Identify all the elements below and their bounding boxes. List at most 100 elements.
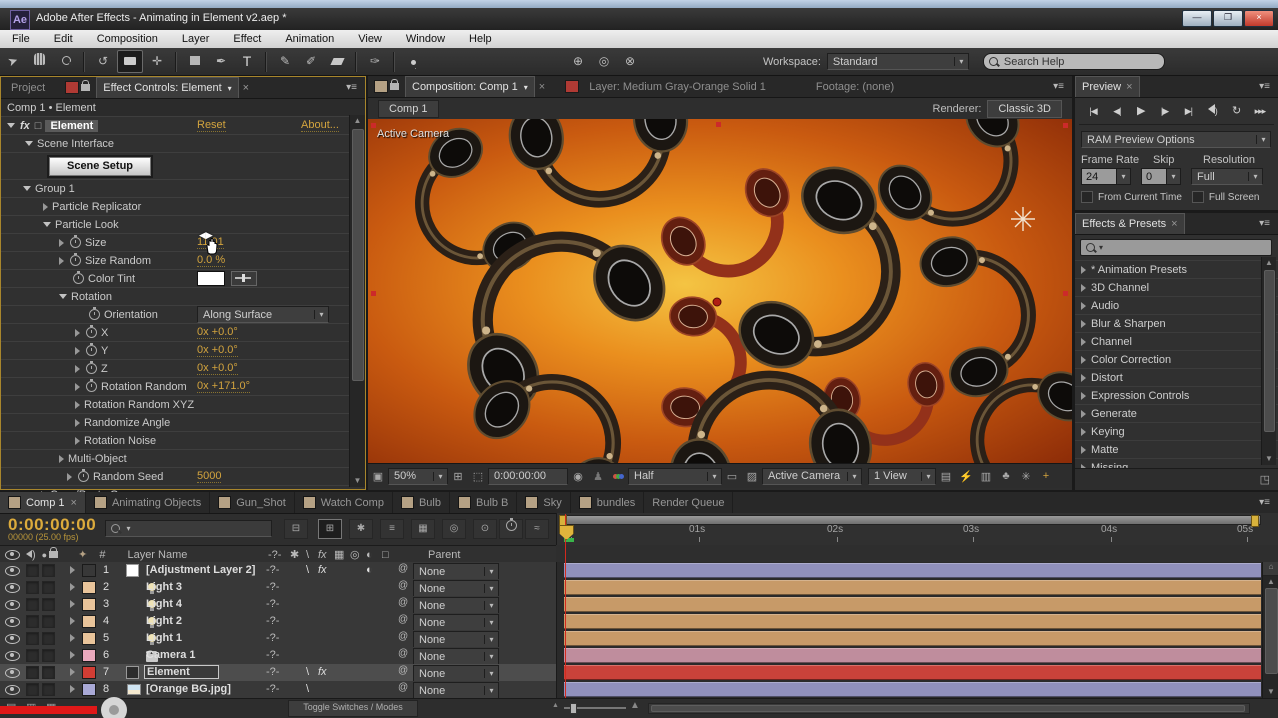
effect-row-rotation-random-xyz[interactable]: Rotation Random XYZ — [1, 395, 365, 413]
stopwatch-icon[interactable] — [73, 273, 84, 284]
eye-icon[interactable] — [5, 668, 20, 678]
audio-mute-button[interactable]: ) — [1202, 103, 1222, 120]
effect-row-size[interactable]: Size 11.01 — [1, 233, 365, 251]
expander-icon[interactable] — [70, 668, 75, 676]
layer-name[interactable]: [Adjustment Layer 2] — [146, 564, 255, 576]
parent-pickwhip-icon[interactable]: @ — [398, 682, 408, 693]
collapse-column-icon[interactable]: ✱ — [290, 548, 299, 561]
stopwatch-icon[interactable] — [86, 381, 97, 392]
random-seed-value[interactable]: 5000 — [197, 470, 221, 483]
expander-icon[interactable] — [70, 617, 75, 625]
fx-column-icon[interactable]: fx — [318, 549, 327, 561]
layer-bar-5[interactable] — [564, 631, 1261, 646]
expander-icon[interactable] — [25, 141, 33, 146]
show-snapshot-icon[interactable]: ♟ — [588, 470, 608, 483]
solo-cell[interactable] — [42, 598, 55, 611]
layer-name[interactable]: Light 2 — [146, 615, 182, 627]
layer-bar-1[interactable] — [564, 563, 1261, 578]
skip-dropdown[interactable]: 0▾ — [1141, 168, 1181, 185]
quality-switch[interactable]: \ — [306, 683, 309, 695]
effect-controls-scrollbar[interactable]: ▲ ▼ — [349, 115, 365, 487]
audio-cell[interactable] — [26, 683, 39, 696]
timeline-vscrollbar[interactable]: ⌂ ▲ ▼ — [1262, 562, 1278, 698]
label-swatch[interactable] — [82, 564, 96, 577]
channels-icon[interactable] — [608, 470, 628, 482]
snapshot-icon[interactable]: ◉ — [568, 470, 588, 483]
tab-gun-shot[interactable]: Gun_Shot — [210, 492, 295, 513]
expander-icon[interactable] — [43, 203, 48, 211]
effect-row-random-seed[interactable]: Random Seed 5000 — [1, 467, 365, 485]
full-screen-checkbox[interactable] — [1192, 191, 1204, 203]
x-rotation-value[interactable]: 0x +0.0° — [197, 326, 238, 339]
next-frame-button[interactable]: |▶ — [1155, 103, 1175, 120]
effect-row-x[interactable]: X 0x +0.0° — [1, 323, 365, 341]
grid-guides-icon[interactable]: ⊞ — [448, 470, 468, 483]
fx-switch[interactable]: fx — [318, 666, 327, 678]
panel-menu-icon[interactable]: ▾≡ — [1251, 76, 1278, 97]
tab-close-icon[interactable]: × — [1126, 81, 1132, 93]
timeline-button-icon[interactable]: ▤ — [936, 470, 956, 483]
comp-crumb-button[interactable]: Comp 1 — [378, 100, 439, 118]
expander-icon[interactable] — [75, 383, 80, 391]
adjustment-switch[interactable]: ◐ — [366, 564, 373, 576]
effect-row-rotation-noise[interactable]: Rotation Noise — [1, 431, 365, 449]
parent-pickwhip-icon[interactable]: @ — [398, 665, 408, 676]
expander-icon[interactable] — [59, 257, 64, 265]
timeline-hscrollbar[interactable] — [648, 703, 1250, 714]
layer-name[interactable]: Light 1 — [146, 632, 182, 644]
solo-cell[interactable] — [42, 615, 55, 628]
layer-row-4[interactable]: 4 Light 2 -?- @ None▾ — [0, 613, 556, 631]
tab-effect-controls[interactable]: Effect Controls: Element ▾ — [96, 77, 238, 98]
stopwatch-icon[interactable] — [78, 471, 89, 482]
solo-cell[interactable] — [42, 632, 55, 645]
always-preview-icon[interactable]: ▣ — [368, 470, 388, 483]
last-frame-button[interactable]: ▶| — [1178, 103, 1198, 120]
menu-file[interactable]: File — [0, 33, 42, 45]
layer-handle[interactable] — [1063, 123, 1068, 128]
effect-row-size-random[interactable]: Size Random 0.0 % — [1, 251, 365, 269]
work-area-bar[interactable] — [559, 515, 1261, 525]
stopwatch-icon[interactable] — [70, 255, 81, 266]
expander-icon[interactable] — [75, 401, 80, 409]
eye-icon[interactable] — [5, 685, 20, 695]
layer-row-8[interactable]: 8 [Orange BG.jpg] -?- \ @ None▾ — [0, 681, 556, 699]
tab-close-icon[interactable]: × — [535, 76, 549, 97]
menu-help[interactable]: Help — [457, 33, 504, 45]
graph-editor-icon[interactable]: ≈ — [525, 519, 549, 539]
audio-cell[interactable] — [26, 632, 39, 645]
resolution-dropdown[interactable]: Half▾ — [628, 468, 722, 485]
effect-row-particle-replicator[interactable]: Particle Replicator — [1, 197, 365, 215]
expander-icon[interactable] — [70, 651, 75, 659]
exposure-plus-icon[interactable]: + — [1036, 470, 1056, 482]
new-panel-icon[interactable]: ◳ — [1260, 473, 1270, 486]
expander-icon[interactable] — [1081, 284, 1086, 292]
quality-switch[interactable]: \ — [306, 666, 309, 678]
tab-bulb[interactable]: Bulb — [393, 492, 450, 513]
effects-presets-scrollbar[interactable]: ▲ ▼ — [1261, 257, 1276, 465]
tab-close-icon[interactable]: × — [239, 77, 253, 98]
panel-menu-icon[interactable]: ▾≡ — [1045, 76, 1072, 97]
panel-menu-icon[interactable]: ▾≡ — [338, 77, 365, 98]
puppet-pin-tool[interactable] — [401, 51, 425, 72]
layer-handle[interactable] — [371, 123, 376, 128]
category-channel[interactable]: Channel — [1075, 332, 1278, 350]
menu-view[interactable]: View — [346, 33, 394, 45]
layer-row-2[interactable]: 2 Light 3 -?- @ None▾ — [0, 579, 556, 597]
tab-render-queue[interactable]: Render Queue — [644, 492, 733, 513]
solo-cell[interactable] — [42, 649, 55, 662]
quality-switch[interactable]: \ — [306, 564, 309, 576]
category-3d-channel[interactable]: 3D Channel — [1075, 278, 1278, 296]
lock-column-icon[interactable] — [49, 551, 58, 558]
menu-window[interactable]: Window — [394, 33, 457, 45]
brush-tool[interactable]: ✎ — [273, 51, 297, 72]
histogram-icon[interactable]: ▥ — [976, 470, 996, 483]
color-swatch[interactable] — [197, 271, 225, 286]
expander-icon[interactable] — [1081, 374, 1086, 382]
axis-mode-view[interactable]: ⊗ — [618, 51, 642, 72]
category-missing[interactable]: Missing — [1075, 458, 1278, 468]
loop-button[interactable]: ↻ — [1226, 103, 1246, 120]
scroll-down-icon[interactable]: ▼ — [350, 475, 365, 487]
expander-icon[interactable] — [75, 365, 80, 373]
tab-project[interactable]: Project — [1, 77, 55, 98]
panel-menu-icon[interactable]: ▾≡ — [1251, 492, 1278, 513]
